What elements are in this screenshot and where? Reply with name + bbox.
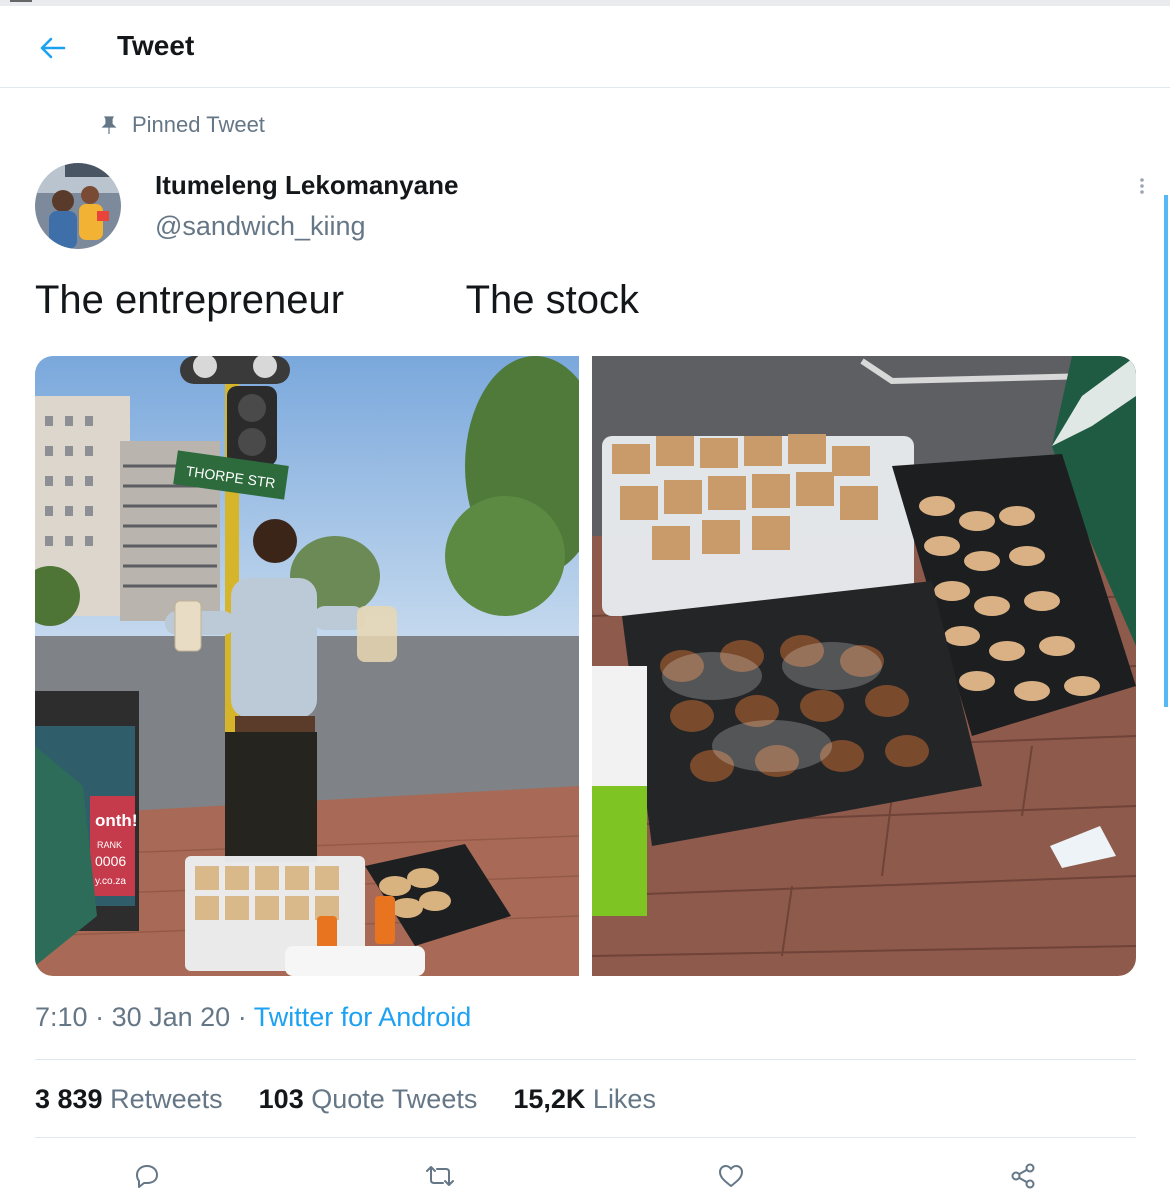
tweet-stats: 3 839 Retweets 103 Quote Tweets 15,2K Li… [35, 1084, 692, 1115]
quotes-stat[interactable]: 103 Quote Tweets [259, 1084, 478, 1115]
tweet-photo-stock[interactable] [592, 356, 1136, 976]
divider [35, 1137, 1136, 1138]
tweet-time: 7:10 [35, 1002, 88, 1032]
divider [35, 1059, 1136, 1060]
tweet-header: Tweet [0, 6, 1170, 88]
tweet-photo-entrepreneur[interactable]: THORPE STR onth! RANK 0006 y.co.za [35, 356, 579, 976]
tweet-source-link[interactable]: Twitter for Android [254, 1002, 472, 1032]
quotes-count: 103 [258, 1084, 304, 1114]
author-name[interactable]: Itumeleng Lekomanyane [155, 170, 458, 201]
share-icon [1011, 1163, 1035, 1189]
likes-stat[interactable]: 15,2K Likes [513, 1084, 656, 1115]
more-options-button[interactable] [1128, 172, 1156, 200]
back-button[interactable] [28, 26, 76, 70]
share-button[interactable] [1003, 1156, 1043, 1196]
pin-icon [101, 116, 117, 134]
retweets-stat[interactable]: 3 839 Retweets [35, 1084, 223, 1115]
like-button[interactable] [711, 1156, 751, 1196]
reply-button[interactable] [127, 1156, 167, 1196]
ad-text-4: y.co.za [95, 876, 126, 887]
retweets-label: Retweets [110, 1084, 223, 1114]
likes-count: 15,2K [513, 1084, 586, 1114]
quotes-label: Quote Tweets [311, 1084, 478, 1114]
meta-separator: · [237, 1002, 254, 1032]
retweets-count: 3 839 [35, 1084, 103, 1114]
retweet-icon [426, 1166, 454, 1186]
pinned-indicator: Pinned Tweet [100, 112, 265, 138]
ad-text-2: RANK [97, 840, 122, 850]
reply-icon [136, 1165, 158, 1188]
tweet-date: 30 Jan 20 [111, 1002, 231, 1032]
scrollbar[interactable] [1164, 195, 1168, 707]
likes-label: Likes [592, 1084, 656, 1114]
tweet-metadata: 7:10 · 30 Jan 20 · Twitter for Android [35, 1002, 471, 1033]
status-mark [10, 0, 32, 2]
arrow-left-icon [40, 37, 66, 59]
tweet-text: The entrepreneur The stock [35, 278, 640, 322]
avatar[interactable] [35, 163, 121, 249]
author-handle[interactable]: @sandwich_kiing [155, 211, 366, 242]
more-vertical-icon [1140, 178, 1144, 194]
meta-separator: · [95, 1002, 112, 1032]
ad-text-3: 0006 [95, 853, 126, 869]
pinned-label: Pinned Tweet [132, 112, 265, 137]
like-icon [719, 1165, 743, 1187]
ad-text-1: onth! [95, 811, 137, 830]
retweet-button[interactable] [420, 1156, 460, 1196]
page-title: Tweet [117, 30, 195, 61]
tweet-actions [0, 1152, 1170, 1196]
